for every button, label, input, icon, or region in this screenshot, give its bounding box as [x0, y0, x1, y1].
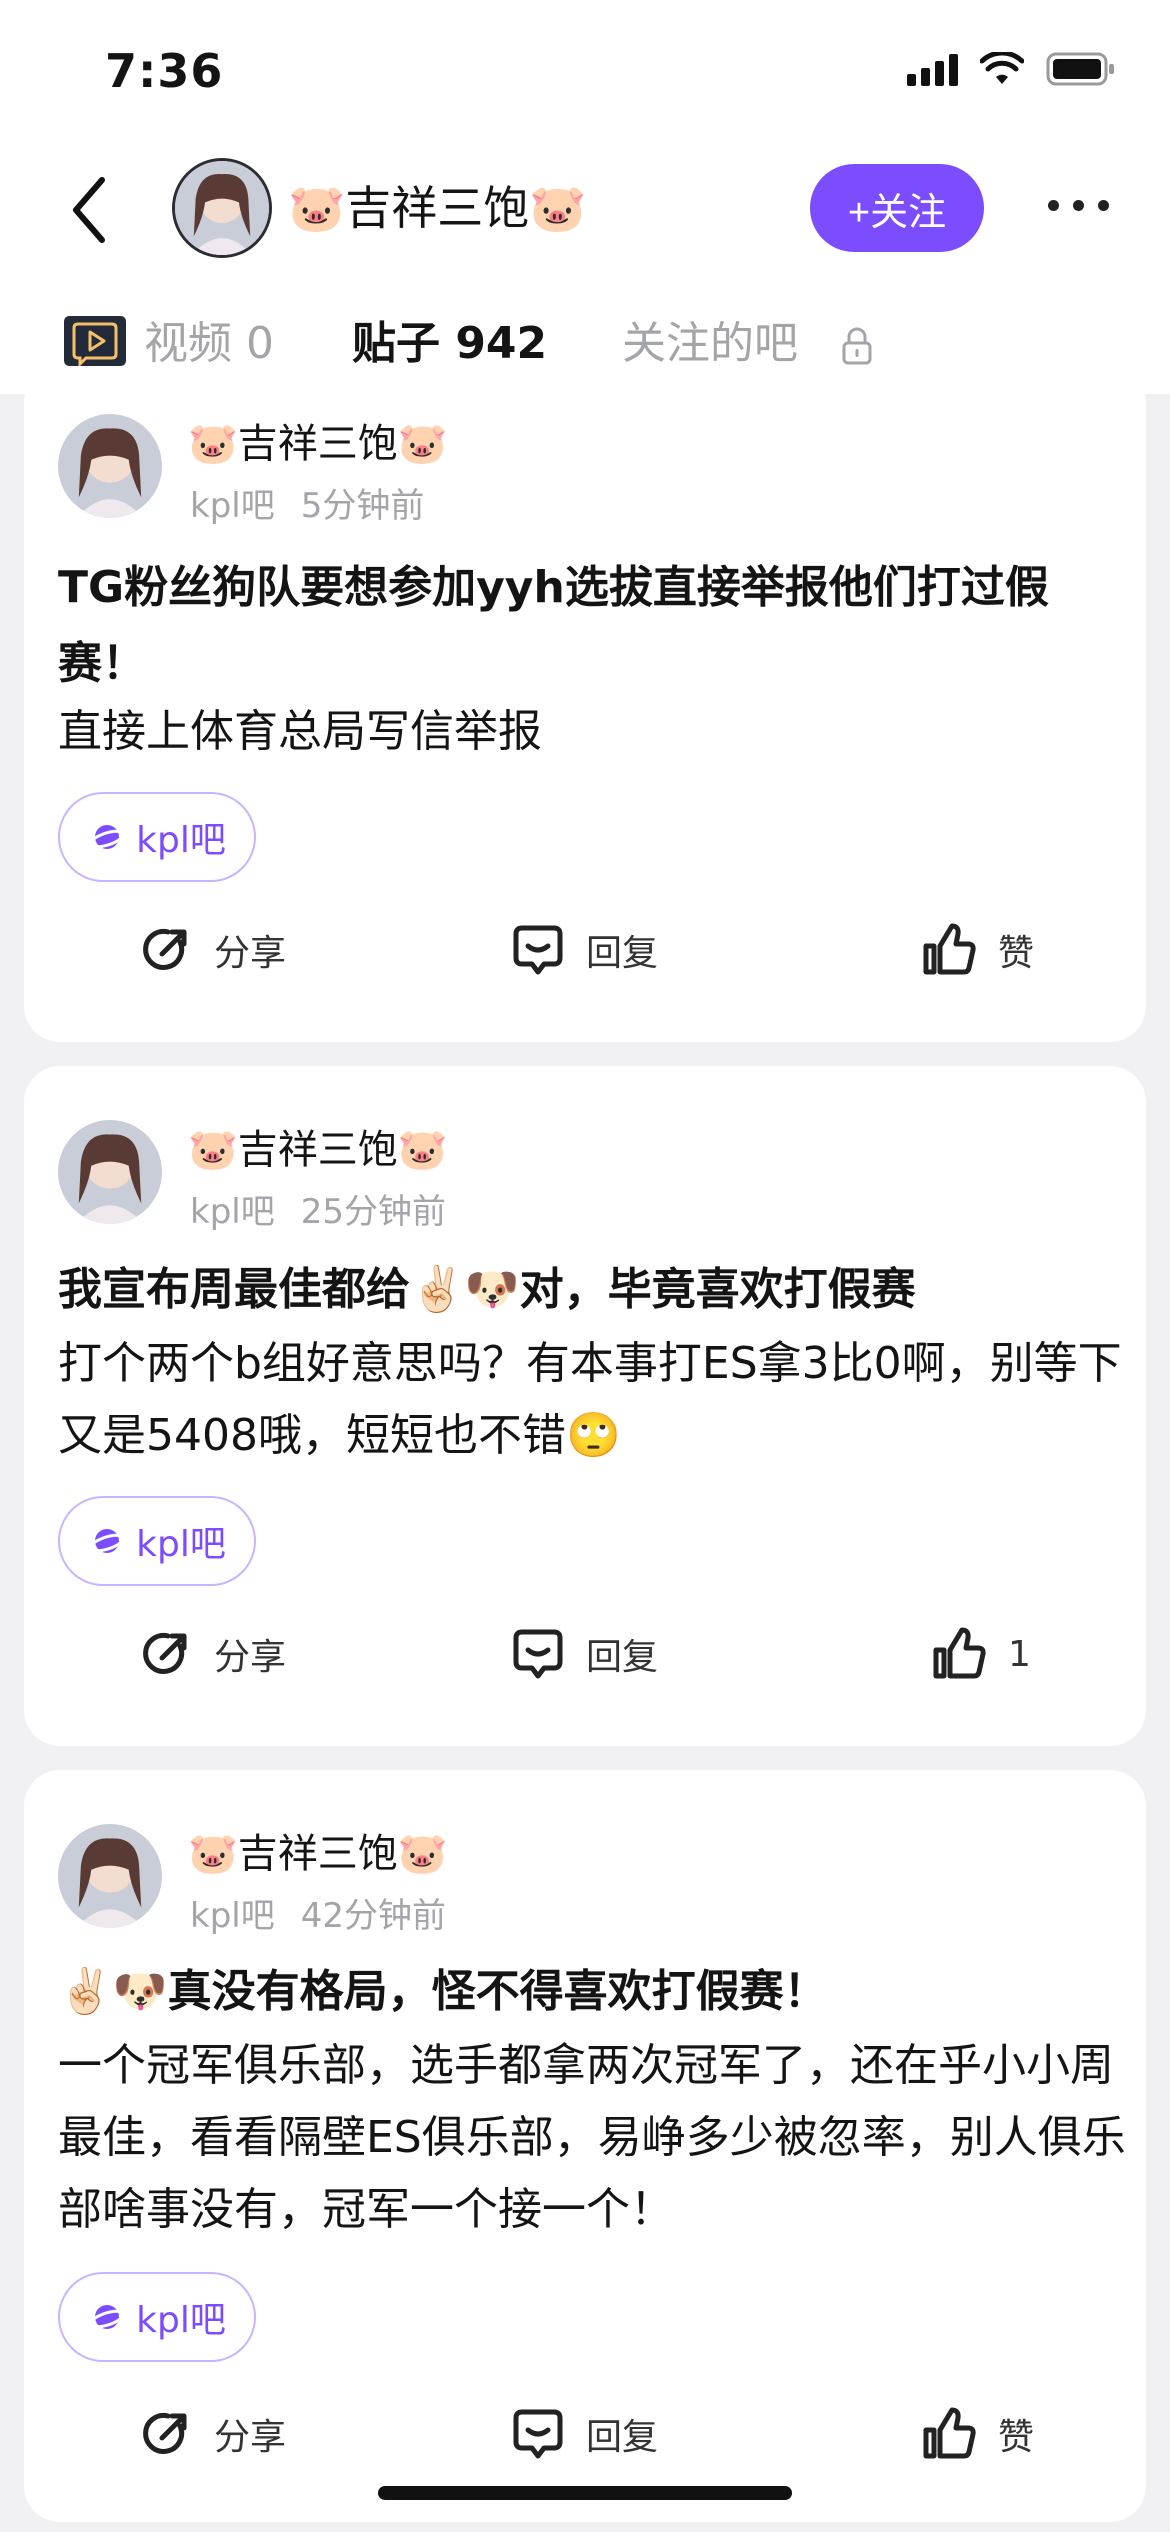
forum-name[interactable]: kpl吧	[190, 486, 275, 526]
like-button[interactable]: 赞	[920, 922, 1034, 978]
author-avatar[interactable]	[58, 1120, 162, 1224]
post-body[interactable]: 一个冠军俱乐部，选手都拿两次冠军了，还在乎小小周最佳，看看隔壁ES俱乐部，易峥多…	[58, 2030, 1138, 2246]
status-icons	[907, 52, 1116, 86]
forum-tag[interactable]: kpl吧	[58, 2272, 256, 2362]
more-options-icon[interactable]	[1048, 200, 1109, 211]
profile-avatar[interactable]	[172, 158, 272, 258]
tab-videos[interactable]: 视频 0	[144, 316, 274, 372]
author-name[interactable]: 🐷吉祥三饱🐷	[188, 1124, 448, 1176]
thumbs-up-icon	[933, 1627, 986, 1679]
forum-tag[interactable]: kpl吧	[58, 1496, 256, 1586]
reply-button[interactable]: 回复	[510, 2406, 658, 2462]
post-title[interactable]: TG粉丝狗队要想参加yyh选拔直接举报他们打过假赛！	[58, 550, 1118, 702]
cellular-signal-icon	[907, 52, 958, 86]
status-time: 7:36	[105, 44, 224, 98]
post-meta: kpl吧 5分钟前	[190, 484, 424, 528]
post-title[interactable]: ✌🏻🐶真没有格局，怪不得喜欢打假赛！	[58, 1954, 1118, 2030]
planet-icon	[89, 2305, 125, 2329]
post-card[interactable]: 🐷吉祥三饱🐷 kpl吧 25分钟前 我宣布周最佳都给✌🏻🐶对，毕竟喜欢打假赛 打个…	[24, 1066, 1146, 1746]
thumbs-up-icon	[923, 2407, 976, 2459]
post-title[interactable]: 我宣布周最佳都给✌🏻🐶对，毕竟喜欢打假赛	[58, 1252, 1118, 1328]
comment-icon	[513, 925, 563, 975]
forum-name[interactable]: kpl吧	[190, 1896, 275, 1936]
back-icon[interactable]	[62, 170, 122, 250]
post-meta: kpl吧 25分钟前	[190, 1190, 446, 1234]
post-time: 42分钟前	[300, 1896, 446, 1936]
post-time: 5分钟前	[300, 486, 425, 526]
like-button[interactable]: 1	[930, 1626, 1031, 1682]
post-meta: kpl吧 42分钟前	[190, 1894, 446, 1938]
share-label: 分享	[214, 933, 287, 974]
share-button[interactable]: 分享	[138, 2406, 286, 2462]
share-button[interactable]: 分享	[138, 922, 286, 978]
post-time: 25分钟前	[300, 1192, 446, 1232]
follow-button[interactable]: +关注	[810, 164, 984, 252]
status-bar: 7:36	[0, 0, 1170, 140]
like-count: 1	[1008, 1633, 1031, 1675]
reply-label: 回复	[586, 2417, 659, 2458]
share-icon	[143, 2412, 187, 2454]
comment-icon	[513, 2409, 563, 2459]
planet-icon	[89, 825, 125, 849]
like-label: 赞	[998, 933, 1035, 974]
like-label: 赞	[998, 2417, 1035, 2458]
planet-icon	[89, 1529, 125, 1553]
share-label: 分享	[214, 1637, 287, 1678]
forum-tag-label: kpl吧	[136, 2300, 226, 2341]
post-card[interactable]: 🐷吉祥三饱🐷 kpl吧 42分钟前 ✌🏻🐶真没有格局，怪不得喜欢打假赛！ 一个冠军…	[24, 1770, 1146, 2522]
author-name[interactable]: 🐷吉祥三饱🐷	[188, 1828, 448, 1880]
reply-button[interactable]: 回复	[510, 1626, 658, 1682]
lock-icon	[842, 327, 872, 365]
reply-label: 回复	[586, 1637, 659, 1678]
wifi-icon	[980, 52, 1024, 84]
author-avatar[interactable]	[58, 414, 162, 518]
tab-posts[interactable]: 贴子 942	[352, 316, 547, 372]
forum-tag-label: kpl吧	[136, 1524, 226, 1565]
author-name[interactable]: 🐷吉祥三饱🐷	[188, 418, 448, 470]
comment-icon	[513, 1629, 563, 1679]
forum-tag[interactable]: kpl吧	[58, 792, 256, 882]
share-button[interactable]: 分享	[138, 1626, 286, 1682]
profile-name: 🐷吉祥三饱🐷	[288, 181, 587, 235]
post-card[interactable]: 🐷吉祥三饱🐷 kpl吧 5分钟前 TG粉丝狗队要想参加yyh选拔直接举报他们打过假…	[24, 366, 1146, 1042]
home-indicator[interactable]	[378, 2486, 792, 2500]
like-button[interactable]: 赞	[920, 2406, 1034, 2462]
share-label: 分享	[214, 2417, 287, 2458]
screen: 7:36 🐷吉祥三饱🐷 +关注 视频 0 贴子 942 关注的吧 🐷吉祥三饱🐷 …	[0, 0, 1170, 2532]
post-body[interactable]: 直接上体育总局写信举报	[58, 696, 1138, 768]
reply-button[interactable]: 回复	[510, 922, 658, 978]
share-icon	[143, 928, 187, 970]
thumbs-up-icon	[923, 923, 976, 975]
tab-followed-forums[interactable]: 关注的吧	[622, 316, 798, 372]
forum-name[interactable]: kpl吧	[190, 1192, 275, 1232]
reply-label: 回复	[586, 933, 659, 974]
post-body[interactable]: 打个两个b组好意思吗？有本事打ES拿3比0啊，别等下又是5408哦，短短也不错🙄	[58, 1328, 1138, 1472]
forum-tag-label: kpl吧	[136, 820, 226, 861]
author-avatar[interactable]	[58, 1824, 162, 1928]
battery-icon	[1046, 52, 1114, 86]
share-icon	[143, 1632, 187, 1674]
profile-header: 🐷吉祥三饱🐷 +关注	[0, 140, 1170, 280]
